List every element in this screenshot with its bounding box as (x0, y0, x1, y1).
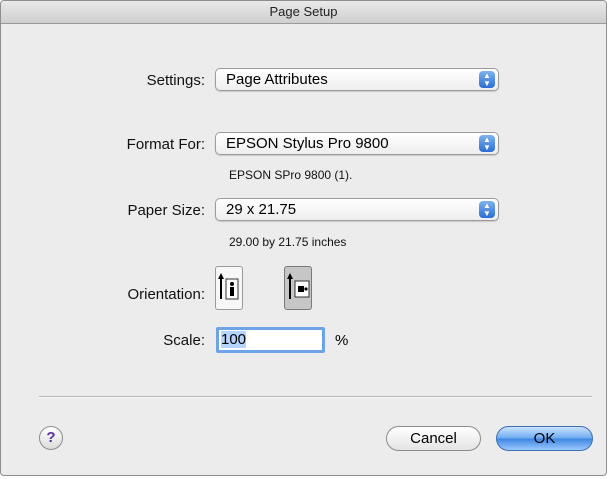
orientation-landscape-button[interactable] (284, 266, 312, 310)
format-for-label: Format For: (126, 136, 205, 153)
popup-arrows-icon: ▲ ▼ (479, 201, 495, 218)
format-for-popup[interactable]: EPSON Stylus Pro 9800 ▲ ▼ (215, 132, 499, 155)
format-for-value: EPSON Stylus Pro 9800 (226, 135, 389, 152)
paper-size-value: 29 x 21.75 (226, 201, 297, 218)
orientation-portrait-button[interactable] (215, 266, 243, 310)
settings-value: Page Attributes (226, 71, 328, 88)
popup-arrows-icon: ▲ ▼ (479, 135, 495, 152)
cancel-button[interactable]: Cancel (386, 426, 481, 451)
help-button[interactable]: ? (39, 426, 63, 450)
ok-button[interactable]: OK (496, 426, 593, 451)
divider (39, 396, 592, 398)
window-title: Page Setup (1, 1, 606, 24)
page-setup-dialog: Page Setup Settings: Page Attributes ▲ ▼ … (0, 0, 607, 476)
portrait-orientation-icon (218, 273, 239, 300)
orientation-label: Orientation: (127, 286, 205, 303)
printer-detail: EPSON SPro 9800 (1). (229, 168, 353, 182)
landscape-orientation-icon (287, 273, 310, 299)
settings-label: Settings: (146, 72, 205, 89)
paper-size-detail: 29.00 by 21.75 inches (229, 235, 347, 249)
scale-unit: % (335, 332, 349, 349)
scale-input[interactable]: 100 (216, 327, 325, 353)
scale-value: 100 (221, 331, 247, 348)
paper-size-label: Paper Size: (127, 202, 205, 219)
scale-label: Scale: (163, 332, 205, 349)
paper-size-popup[interactable]: 29 x 21.75 ▲ ▼ (215, 198, 499, 221)
popup-arrows-icon: ▲ ▼ (479, 71, 495, 88)
settings-popup[interactable]: Page Attributes ▲ ▼ (215, 68, 499, 91)
